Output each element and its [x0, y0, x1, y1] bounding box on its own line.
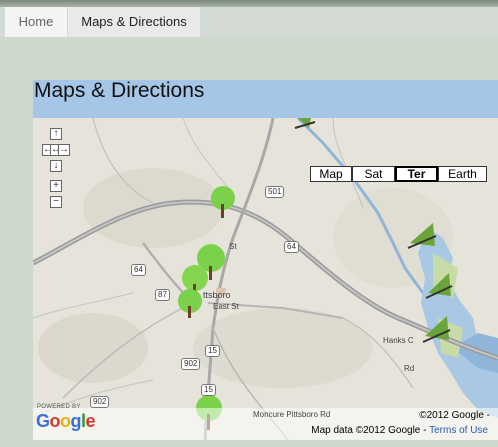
route-shield-902: 902 [90, 396, 110, 408]
route-shield-15: 15 [201, 384, 216, 396]
route-shield-15: 15 [205, 345, 220, 357]
zoom-in-button[interactable]: + [50, 180, 62, 192]
road-label-rd: Rd [404, 364, 415, 373]
nav-bar: Home Maps & Directions [0, 7, 498, 37]
google-logo[interactable]: Google [36, 411, 96, 432]
map-data-attribution: Map data ©2012 Google - Terms of Use [311, 425, 488, 436]
road-label-st: St [229, 242, 237, 251]
google-logo-letter: g [70, 411, 82, 431]
zoom-out-button[interactable]: − [50, 196, 62, 208]
route-shield-64: 64 [284, 241, 299, 253]
road-label-town: ttsboro [203, 290, 231, 300]
route-shield-501: 501 [265, 186, 285, 198]
pan-up-button[interactable]: ↑ [50, 128, 62, 140]
road-label-moncure: Moncure Pittsboro Rd [253, 410, 331, 419]
nav-home-tab[interactable]: Home [5, 7, 67, 37]
map-data-text: Map data ©2012 Google - [311, 425, 427, 436]
terms-of-use-link[interactable]: Terms of Use [429, 425, 488, 436]
map-type-earth-button[interactable]: Earth [438, 166, 487, 182]
page-title: Maps & Directions [33, 80, 498, 118]
map-type-sat-button[interactable]: Sat [352, 166, 395, 182]
copyright-text: ©2012 Google - [419, 410, 490, 421]
google-logo-letter: o [60, 411, 71, 431]
nav-maps-tab[interactable]: Maps & Directions [68, 7, 200, 37]
road-label-east-st: East St [213, 302, 239, 311]
map-type-ter-button[interactable]: Ter [395, 166, 438, 182]
browser-top-strip [0, 0, 498, 7]
google-logo-letter: G [36, 411, 50, 431]
powered-by-label: POWERED BY [37, 404, 81, 410]
google-logo-letter: o [49, 411, 61, 431]
route-shield-902: 902 [181, 358, 201, 370]
pan-right-button[interactable]: → [58, 144, 70, 156]
route-shield-64: 64 [131, 264, 146, 276]
map-type-map-button[interactable]: Map [310, 166, 352, 182]
route-shield-87: 87 [155, 289, 170, 301]
map-view[interactable]: 501 64 64 87 902 15 15 902 East St ttsbo… [33, 118, 498, 440]
google-logo-letter: e [85, 411, 96, 431]
maps-panel: Maps & Directions 501 64 64 87 902 15 15… [33, 80, 498, 440]
road-label-hanks: Hanks C [383, 336, 414, 345]
pan-down-button[interactable]: ↓ [50, 160, 62, 172]
